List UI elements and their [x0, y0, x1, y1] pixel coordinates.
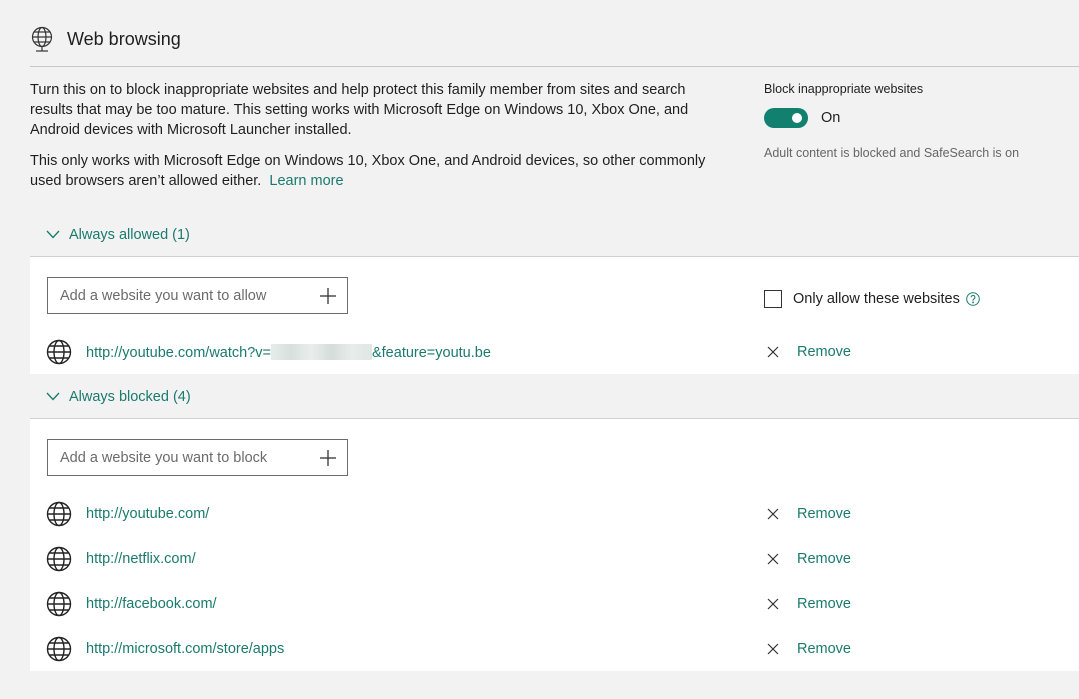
description-paragraph-2: This only works with Microsoft Edge on W…: [30, 151, 720, 191]
only-allow-label: Only allow these websites: [793, 291, 960, 307]
remove-button[interactable]: Remove: [764, 344, 851, 360]
block-inappropriate-toggle-block: Block inappropriate websites On Adult co…: [764, 82, 1019, 160]
remove-label: Remove: [797, 641, 851, 657]
chevron-down-icon: [46, 230, 60, 239]
web-filter-icon: [31, 26, 53, 52]
toggle-row: On: [764, 108, 1019, 128]
redacted-video-id: [270, 343, 372, 360]
globe-icon: [46, 546, 72, 572]
plus-icon[interactable]: [319, 449, 337, 467]
globe-icon: [46, 636, 72, 662]
close-icon: [767, 346, 779, 358]
add-blocked-website-box: [47, 439, 348, 476]
url-suffix: &feature=youtu.be: [371, 344, 491, 361]
chevron-down-icon: [46, 392, 60, 401]
switch-knob: [792, 113, 802, 123]
always-blocked-header[interactable]: Always blocked (4): [30, 374, 1079, 419]
globe-icon: [46, 339, 72, 365]
blocked-website-link[interactable]: http://facebook.com/: [86, 596, 217, 612]
add-allowed-website-box: [47, 277, 348, 314]
only-allow-checkbox[interactable]: [764, 290, 782, 308]
description: Turn this on to block inappropriate webs…: [30, 80, 720, 202]
description-paragraph-2-text: This only works with Microsoft Edge on W…: [30, 153, 706, 189]
blocked-website-link[interactable]: http://microsoft.com/store/apps: [86, 641, 284, 657]
blocked-website-link[interactable]: http://youtube.com/: [86, 506, 209, 522]
list-item: http://youtube.com/ Remove: [30, 499, 1079, 529]
list-item: http://facebook.com/ Remove: [30, 589, 1079, 619]
globe-icon: [46, 591, 72, 617]
learn-more-link[interactable]: Learn more: [269, 173, 343, 189]
list-item: http://youtube.com/watch?v= &feature=yout…: [30, 337, 1079, 367]
always-blocked-panel: http://youtube.com/ Remove http://netfli…: [30, 419, 1079, 671]
allowed-website-link[interactable]: http://youtube.com/watch?v= &feature=yout…: [86, 343, 491, 361]
blocked-website-link[interactable]: http://netflix.com/: [86, 551, 196, 567]
always-allowed-header[interactable]: Always allowed (1): [30, 212, 1079, 257]
section-header: Web browsing: [30, 24, 181, 54]
remove-button[interactable]: Remove: [764, 551, 851, 567]
add-blocked-website-input[interactable]: [58, 448, 319, 467]
help-icon[interactable]: [966, 292, 980, 306]
block-inappropriate-switch[interactable]: [764, 108, 808, 128]
list-item: http://microsoft.com/store/apps Remove: [30, 634, 1079, 664]
remove-button[interactable]: Remove: [764, 506, 851, 522]
remove-label: Remove: [797, 506, 851, 522]
remove-label: Remove: [797, 551, 851, 567]
always-blocked-label: Always blocked (4): [69, 388, 191, 405]
only-allow-option: Only allow these websites: [764, 290, 980, 308]
remove-button[interactable]: Remove: [764, 596, 851, 612]
add-allowed-website-input[interactable]: [58, 286, 319, 305]
globe-icon: [46, 501, 72, 527]
url-prefix: http://youtube.com/watch?v=: [86, 344, 271, 361]
page-title: Web browsing: [67, 28, 181, 49]
close-icon: [767, 553, 779, 565]
remove-button[interactable]: Remove: [764, 641, 851, 657]
always-allowed-panel: Only allow these websites http://youtube…: [30, 257, 1079, 374]
remove-label: Remove: [797, 596, 851, 612]
description-paragraph-1: Turn this on to block inappropriate webs…: [30, 82, 689, 138]
toggle-subtitle: Adult content is blocked and SafeSearch …: [764, 146, 1020, 160]
always-allowed-label: Always allowed (1): [69, 226, 190, 243]
close-icon: [767, 643, 779, 655]
toggle-title: Block inappropriate websites: [764, 82, 924, 96]
toggle-state-label: On: [821, 110, 841, 126]
close-icon: [767, 508, 779, 520]
list-item: http://netflix.com/ Remove: [30, 544, 1079, 574]
header-divider: [30, 66, 1079, 67]
plus-icon[interactable]: [319, 287, 337, 305]
close-icon: [767, 598, 779, 610]
remove-label: Remove: [797, 344, 851, 360]
